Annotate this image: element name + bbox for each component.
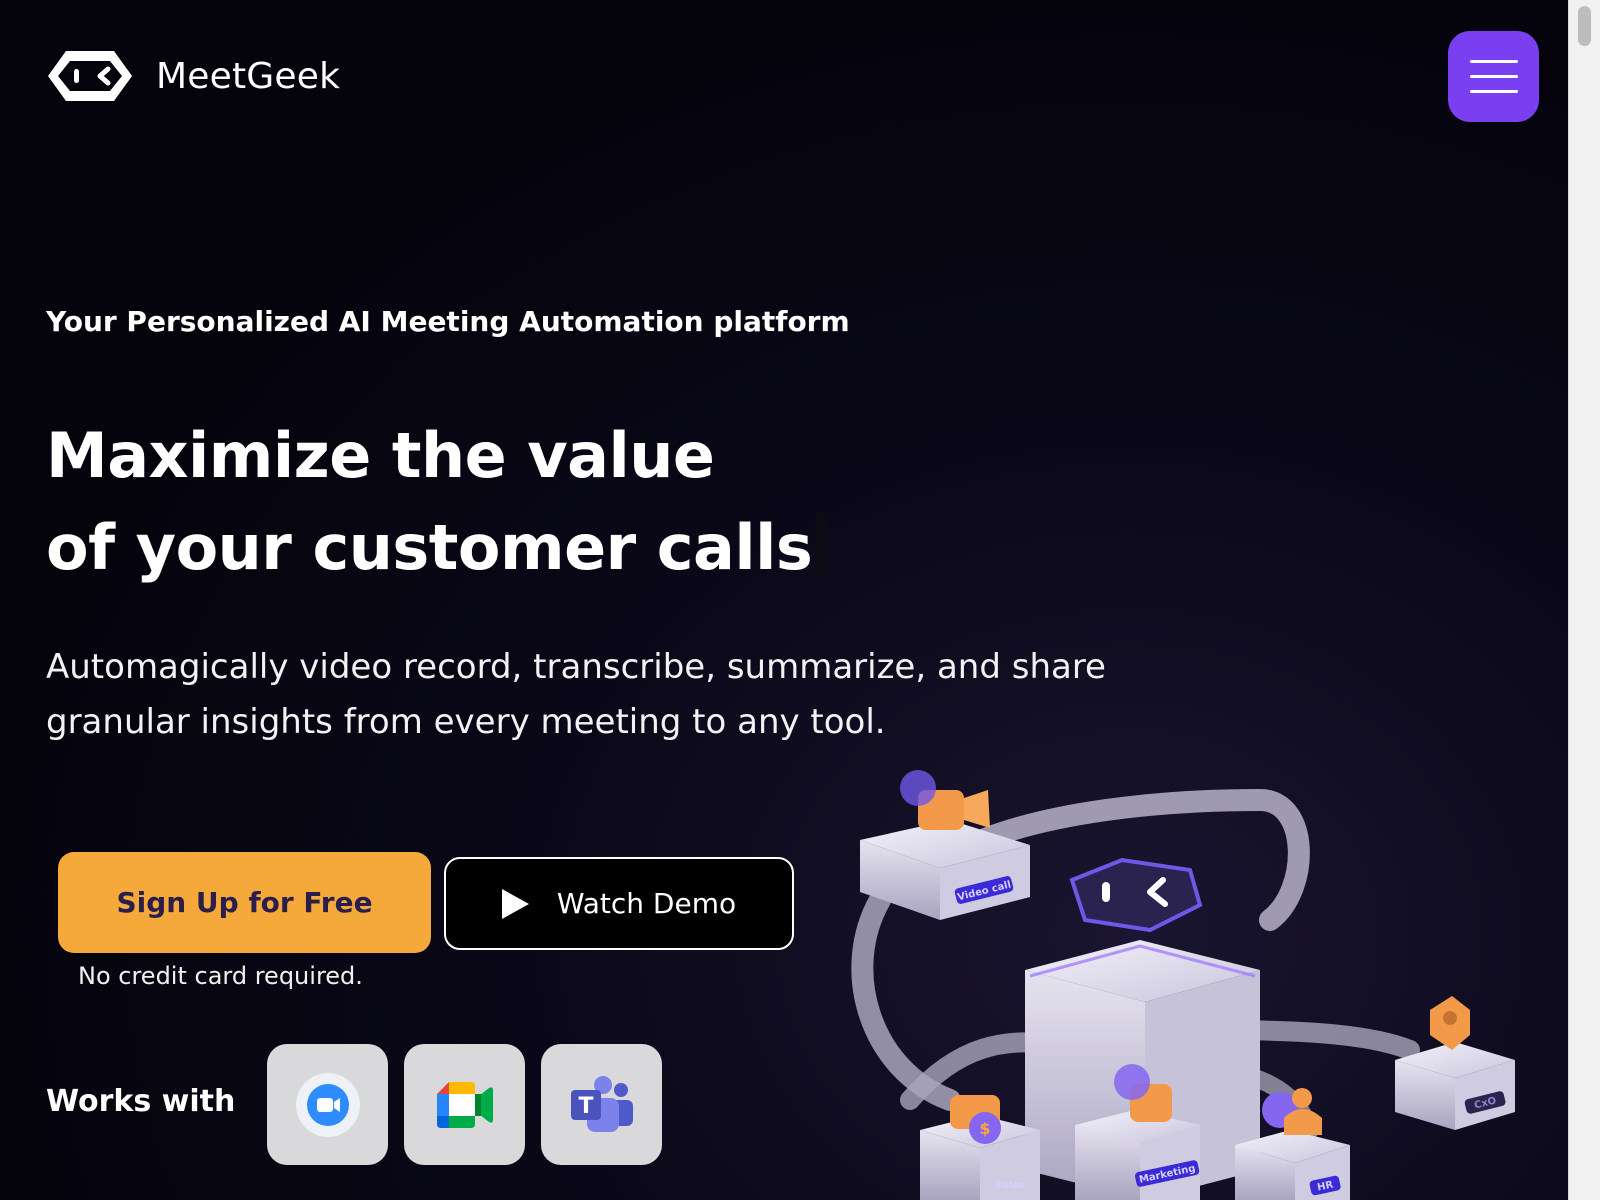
meetgeek-logo-icon [48, 51, 132, 101]
watch-demo-label: Watch Demo [556, 887, 737, 920]
scrollbar-thumb[interactable] [1578, 6, 1591, 46]
google-meet-icon [436, 1081, 493, 1128]
menu-button[interactable] [1448, 31, 1539, 122]
sign-up-button[interactable]: Sign Up for Free [58, 852, 431, 953]
typing-caret [816, 513, 827, 575]
hero-illustration: Video call $ Sales Marketing HR CxO [851, 770, 1515, 1200]
zoom-icon [295, 1072, 360, 1137]
sales-cube: $ Sales [920, 1095, 1040, 1200]
hero-subtext: Automagically video record, transcribe, … [46, 647, 1106, 742]
hamburger-line [1469, 90, 1518, 93]
no-credit-card-note: No credit card required. [78, 962, 363, 990]
hamburger-line [1469, 75, 1518, 78]
play-icon [501, 888, 529, 919]
hamburger-menu-icon [1469, 60, 1518, 63]
headline-line-2-text: of your customer calls [46, 511, 813, 584]
watch-demo-button[interactable]: Watch Demo [444, 857, 794, 950]
microsoft-teams-tile[interactable]: T [541, 1044, 662, 1165]
headline-line-2: of your customer calls [46, 502, 827, 594]
vertical-scrollbar[interactable] [1568, 0, 1600, 1200]
microsoft-teams-icon: T [570, 1075, 633, 1132]
headline-line-1: Maximize the value [46, 419, 715, 492]
zoom-tile[interactable] [267, 1044, 388, 1165]
works-with-label: Works with [46, 1084, 236, 1119]
page: MeetGeek Your Personalized AI Meeting Au… [0, 0, 1569, 1200]
svg-text:$: $ [979, 1119, 990, 1138]
sales-tag: Sales [995, 1180, 1025, 1191]
brand-logo[interactable]: MeetGeek [46, 48, 340, 104]
google-meet-tile[interactable] [404, 1044, 525, 1165]
brand-name: MeetGeek [156, 55, 341, 97]
hero-headline: Maximize the value of your customer call… [46, 410, 827, 594]
video-call-cube: Video call [860, 770, 1030, 920]
cxo-cube: CxO [1395, 996, 1515, 1130]
hero-eyebrow: Your Personalized AI Meeting Automation … [46, 305, 850, 338]
svg-text:T: T [578, 1094, 593, 1119]
sign-up-label: Sign Up for Free [116, 886, 373, 919]
